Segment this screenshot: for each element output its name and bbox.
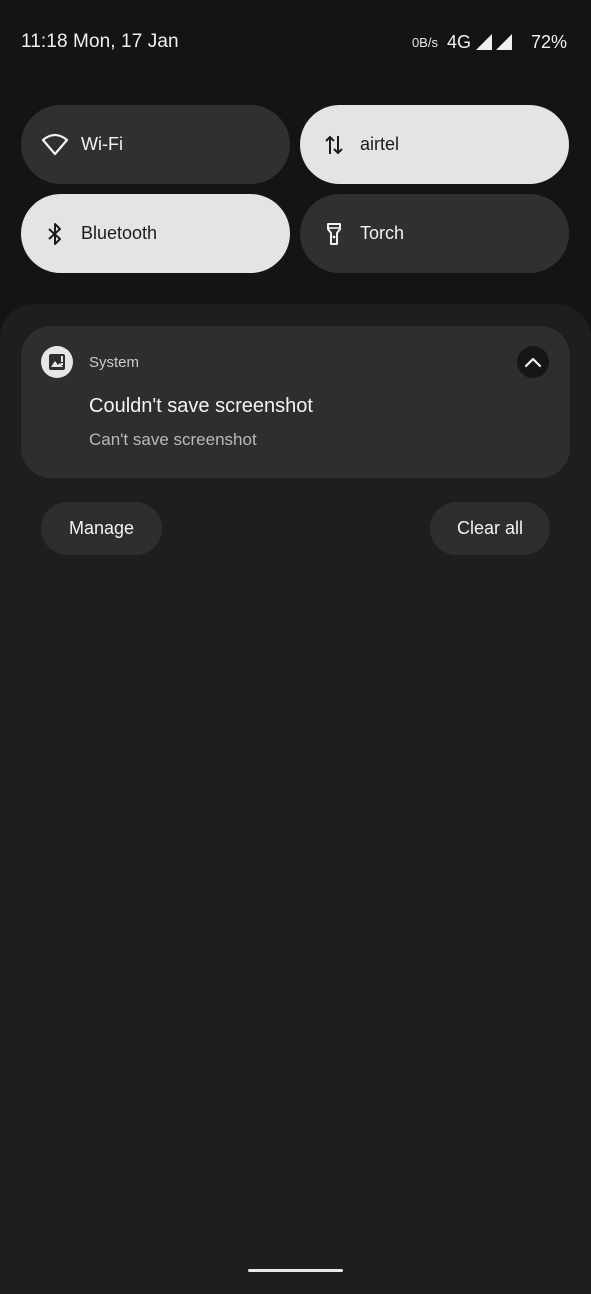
- notification-text: Can't save screenshot: [89, 430, 257, 449]
- tile-torch[interactable]: Torch: [300, 194, 569, 273]
- clear-all-button[interactable]: Clear all: [430, 502, 550, 555]
- network-type: 4G: [446, 31, 471, 52]
- bluetooth-icon: [41, 220, 69, 248]
- notification-card[interactable]: System Couldn't save screenshot Can't sa…: [21, 326, 570, 478]
- wifi-icon: [41, 131, 69, 159]
- flashlight-icon: [320, 220, 348, 248]
- tile-bluetooth-label: Bluetooth: [81, 223, 158, 243]
- status-time: 11:18 Mon, 17 Jan: [21, 31, 179, 52]
- status-bar: 11:18 Mon, 17 Jan 0B/s 4G 72%: [0, 0, 591, 84]
- tile-mobile-data-label: airtel: [360, 134, 400, 154]
- mobile-data-icon: [320, 131, 348, 159]
- notification-title: Couldn't save screenshot: [89, 395, 313, 417]
- notification-app-name: System: [89, 354, 140, 371]
- status-indicators: 0B/s 4G 72%: [412, 30, 567, 54]
- tile-wifi[interactable]: Wi-Fi: [21, 105, 290, 184]
- manage-button[interactable]: Manage: [41, 502, 162, 555]
- battery-level: 72%: [530, 31, 567, 52]
- chevron-up-icon[interactable]: [517, 346, 549, 378]
- tile-wifi-label: Wi-Fi: [81, 134, 123, 154]
- tile-mobile-data[interactable]: airtel: [300, 105, 569, 184]
- screenshot-image-icon: [41, 346, 73, 378]
- home-indicator[interactable]: [248, 1269, 343, 1272]
- network-speed: 0B/s: [411, 34, 438, 50]
- signal-icon: [495, 34, 512, 50]
- tile-bluetooth[interactable]: Bluetooth: [21, 194, 290, 273]
- signal-icon: [475, 34, 492, 50]
- tile-torch-label: Torch: [360, 223, 405, 243]
